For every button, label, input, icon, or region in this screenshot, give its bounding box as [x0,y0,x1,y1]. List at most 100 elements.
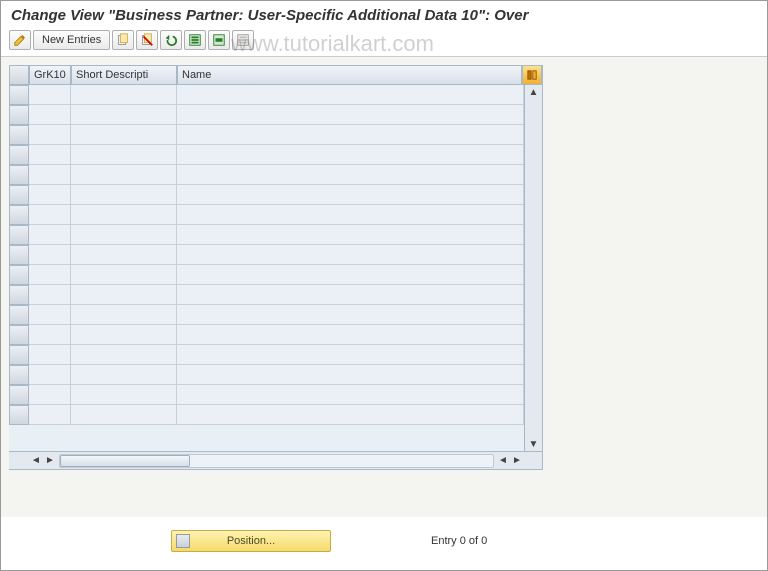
table-row[interactable] [9,245,524,265]
cell-short-description[interactable] [71,85,177,105]
position-button[interactable]: Position... [171,530,331,552]
cell-grk10[interactable] [29,145,71,165]
cell-short-description[interactable] [71,245,177,265]
cell-name[interactable] [177,85,524,105]
row-selector[interactable] [9,365,29,385]
cell-name[interactable] [177,125,524,145]
select-block-icon[interactable] [208,30,230,50]
row-selector[interactable] [9,325,29,345]
cell-name[interactable] [177,405,524,425]
cell-short-description[interactable] [71,145,177,165]
table-row[interactable] [9,285,524,305]
cell-name[interactable] [177,345,524,365]
row-selector[interactable] [9,345,29,365]
cell-short-description[interactable] [71,265,177,285]
table-row[interactable] [9,305,524,325]
row-selector[interactable] [9,225,29,245]
hscroll-thumb[interactable] [60,455,190,467]
cell-grk10[interactable] [29,125,71,145]
cell-name[interactable] [177,165,524,185]
scroll-left-icon[interactable]: ◄ [29,454,43,468]
cell-name[interactable] [177,245,524,265]
scroll-up-icon[interactable]: ▲ [527,85,541,99]
cell-grk10[interactable] [29,185,71,205]
table-row[interactable] [9,185,524,205]
row-selector[interactable] [9,85,29,105]
select-all-column[interactable] [9,65,29,85]
table-row[interactable] [9,385,524,405]
new-entries-button[interactable]: New Entries [33,30,110,50]
cell-short-description[interactable] [71,165,177,185]
cell-name[interactable] [177,225,524,245]
row-selector[interactable] [9,125,29,145]
table-row[interactable] [9,225,524,245]
cell-short-description[interactable] [71,125,177,145]
undo-icon[interactable] [160,30,182,50]
cell-short-description[interactable] [71,225,177,245]
row-selector[interactable] [9,145,29,165]
cell-name[interactable] [177,185,524,205]
table-row[interactable] [9,265,524,285]
cell-short-description[interactable] [71,205,177,225]
cell-grk10[interactable] [29,265,71,285]
table-row[interactable] [9,345,524,365]
cell-grk10[interactable] [29,345,71,365]
cell-name[interactable] [177,325,524,345]
row-selector[interactable] [9,305,29,325]
cell-grk10[interactable] [29,385,71,405]
table-row[interactable] [9,145,524,165]
cell-grk10[interactable] [29,105,71,125]
cell-short-description[interactable] [71,285,177,305]
cell-name[interactable] [177,265,524,285]
cell-short-description[interactable] [71,105,177,125]
cell-name[interactable] [177,305,524,325]
select-all-icon[interactable] [184,30,206,50]
row-selector[interactable] [9,405,29,425]
row-selector[interactable] [9,105,29,125]
cell-short-description[interactable] [71,185,177,205]
cell-grk10[interactable] [29,85,71,105]
cell-name[interactable] [177,285,524,305]
cell-short-description[interactable] [71,305,177,325]
scroll-right-icon[interactable]: ► [43,454,57,468]
row-selector[interactable] [9,385,29,405]
cell-grk10[interactable] [29,205,71,225]
table-row[interactable] [9,205,524,225]
scroll-down-icon[interactable]: ▼ [527,437,541,451]
table-row[interactable] [9,125,524,145]
table-row[interactable] [9,405,524,425]
table-row[interactable] [9,325,524,345]
table-row[interactable] [9,365,524,385]
cell-grk10[interactable] [29,245,71,265]
cell-name[interactable] [177,105,524,125]
horizontal-scrollbar[interactable]: ◄ ► ◄ ► [9,451,542,469]
row-selector[interactable] [9,185,29,205]
cell-grk10[interactable] [29,285,71,305]
cell-grk10[interactable] [29,405,71,425]
vertical-scrollbar[interactable]: ▲ ▼ [524,85,542,451]
cell-grk10[interactable] [29,365,71,385]
column-header-name[interactable]: Name [177,65,522,85]
cell-short-description[interactable] [71,405,177,425]
cell-grk10[interactable] [29,225,71,245]
row-selector[interactable] [9,245,29,265]
row-selector[interactable] [9,265,29,285]
toggle-display-change-icon[interactable] [9,30,31,50]
deselect-all-icon[interactable] [232,30,254,50]
column-header-short-description[interactable]: Short Descripti [71,65,177,85]
cell-grk10[interactable] [29,325,71,345]
copy-as-icon[interactable] [112,30,134,50]
configure-columns-icon[interactable] [522,65,542,85]
table-row[interactable] [9,105,524,125]
table-row[interactable] [9,85,524,105]
cell-short-description[interactable] [71,365,177,385]
table-row[interactable] [9,165,524,185]
cell-name[interactable] [177,145,524,165]
row-selector[interactable] [9,165,29,185]
cell-short-description[interactable] [71,325,177,345]
cell-name[interactable] [177,205,524,225]
row-selector[interactable] [9,285,29,305]
scroll-right2-icon[interactable]: ► [510,454,524,468]
scroll-left2-icon[interactable]: ◄ [496,454,510,468]
cell-short-description[interactable] [71,345,177,365]
